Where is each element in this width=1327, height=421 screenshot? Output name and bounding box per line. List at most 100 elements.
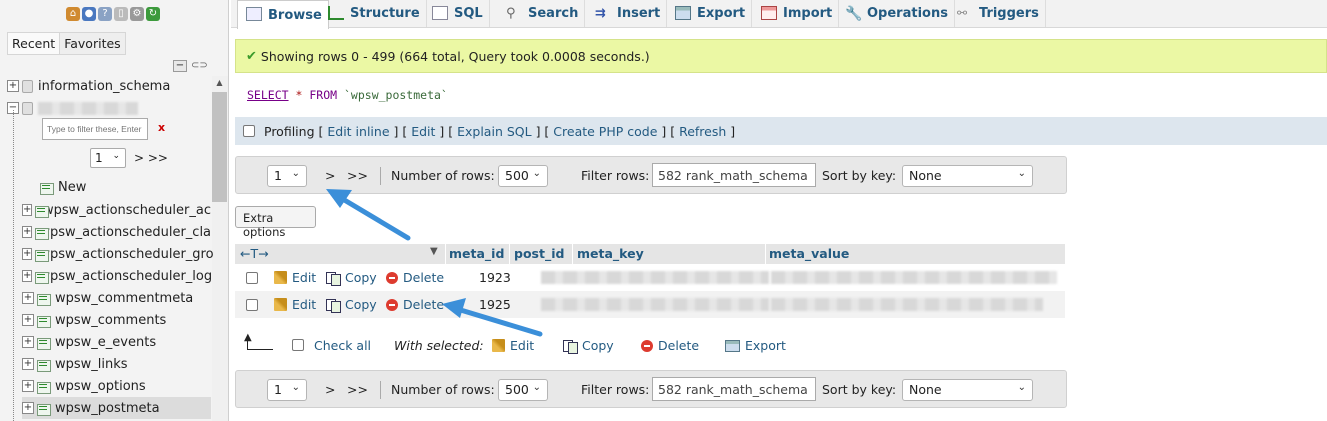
last-page-button[interactable]: >>	[347, 382, 368, 397]
reload-icon[interactable]: ↻	[146, 7, 160, 21]
sidebar-item-table[interactable]: + wpsw_actionscheduler_ac	[22, 199, 211, 221]
settings-icon[interactable]: ⚙	[130, 7, 144, 21]
extra-options-button[interactable]: Extra options	[235, 206, 316, 239]
bulk-export-button[interactable]: Export	[725, 338, 786, 353]
filter-rows-input[interactable]: 582 rank_math_schema	[652, 377, 816, 401]
page-select[interactable]: 1 ⌄	[267, 165, 307, 187]
sort-dropdown-icon[interactable]: ▼	[430, 246, 438, 257]
expand-icon[interactable]: +	[22, 248, 33, 260]
tab-import[interactable]: Import	[753, 0, 840, 27]
last-page-button[interactable]: >>	[347, 168, 368, 183]
sidebar-item-table[interactable]: + wpsw_actionscheduler_gro	[22, 243, 214, 265]
navigation-bar-top: 1 ⌄ > >> Number of rows: 500 ⌄ Filter rows…	[235, 156, 1067, 194]
success-message: ✔ Showing rows 0 - 499 (664 total, Query…	[235, 39, 1327, 73]
sidebar-page-select[interactable]: 1 ⌄	[90, 148, 126, 168]
row-edit-button[interactable]: Edit	[274, 270, 316, 285]
profiling-checkbox[interactable]	[243, 125, 255, 137]
table-icon	[37, 314, 51, 328]
refresh-link[interactable]: Refresh	[679, 124, 726, 139]
sql-keyword-select[interactable]: SELECT	[247, 88, 289, 102]
cell-meta-id[interactable]: 1925	[479, 297, 511, 312]
row-copy-button[interactable]: Copy	[326, 270, 377, 286]
row-delete-button[interactable]: Delete	[386, 270, 444, 285]
column-post-id[interactable]: post_id	[514, 246, 564, 261]
page-select[interactable]: 1 ⌄	[267, 379, 307, 401]
tab-favorites[interactable]: Favorites	[59, 32, 126, 55]
row-edit-button[interactable]: Edit	[274, 297, 316, 312]
row-copy-button[interactable]: Copy	[326, 297, 377, 313]
sidebar-item-table[interactable]: + wpsw_comments	[22, 309, 211, 331]
tab-sql[interactable]: SQL	[424, 0, 490, 27]
tab-operations[interactable]: 🔧 Operations	[837, 0, 955, 27]
column-meta-id[interactable]: meta_id	[449, 246, 504, 261]
next-page-button[interactable]: >	[325, 382, 335, 397]
expand-icon[interactable]: +	[22, 204, 33, 216]
expand-icon[interactable]: +	[22, 358, 34, 370]
sql-query-box[interactable]: SELECT * FROM `wpsw_postmeta`	[235, 74, 1327, 116]
edit-inline-link[interactable]: Edit inline	[327, 124, 389, 139]
sidebar-item-table[interactable]: + wpsw_actionscheduler_log	[22, 265, 212, 287]
expand-icon[interactable]: +	[22, 226, 33, 238]
rows-select[interactable]: 500 ⌄	[498, 165, 548, 187]
sort-by-key-select[interactable]: None ⌄	[902, 379, 1033, 401]
sidebar-item-table[interactable]: + wpsw_e_events	[22, 331, 211, 353]
expand-icon[interactable]: +	[22, 336, 34, 348]
scroll-up-icon[interactable]: ▲	[212, 78, 227, 87]
db-item-information-schema[interactable]: + information_schema	[0, 75, 211, 97]
row-checkbox[interactable]	[246, 272, 258, 284]
sidebar-item-table[interactable]: + wpsw_actionscheduler_cla	[22, 221, 211, 243]
tab-browse[interactable]: Browse	[237, 0, 329, 29]
sidebar-next-page[interactable]: > >>	[134, 151, 168, 165]
link-with-main-icon[interactable]: ⊂⊃	[191, 60, 208, 71]
collapse-all-button[interactable]: −	[173, 60, 187, 72]
tab-structure[interactable]: Structure	[320, 0, 427, 27]
tab-insert[interactable]: ⇉ Insert	[587, 0, 668, 27]
sql-docs-icon[interactable]: ▯	[114, 7, 128, 21]
column-meta-key[interactable]: meta_key	[577, 246, 644, 261]
create-php-code-link[interactable]: Create PHP code	[553, 124, 657, 139]
sidebar-item-table[interactable]: + wpsw_options	[22, 375, 211, 397]
sort-by-key-select[interactable]: None ⌄	[902, 165, 1033, 187]
next-page-button[interactable]: >	[325, 168, 335, 183]
tab-search[interactable]: ⚲ Search	[498, 0, 586, 27]
column-meta-value[interactable]: meta_value	[769, 246, 849, 261]
expand-icon[interactable]: +	[22, 380, 34, 392]
expand-icon[interactable]: +	[7, 80, 19, 92]
sidebar-item-table[interactable]: + wpsw_commentmeta	[22, 287, 211, 309]
home-icon[interactable]: ⌂	[66, 7, 80, 21]
expand-icon[interactable]: +	[22, 270, 33, 282]
logout-icon[interactable]: ●	[82, 7, 96, 21]
rows-select[interactable]: 500 ⌄	[498, 379, 548, 401]
bulk-copy-button[interactable]: Copy	[563, 338, 614, 354]
sidebar-item-table[interactable]: + wpsw_links	[22, 353, 211, 375]
edit-link[interactable]: Edit	[411, 124, 435, 139]
table-icon	[37, 292, 51, 306]
docs-icon[interactable]: ?	[98, 7, 112, 21]
sidebar-item-table-selected[interactable]: + wpsw_postmeta	[22, 397, 211, 419]
cell-meta-id[interactable]: 1923	[479, 270, 511, 285]
tree-line	[13, 110, 14, 421]
tab-recent[interactable]: Recent	[7, 32, 61, 55]
check-all-checkbox[interactable]	[292, 339, 304, 351]
check-all-label[interactable]: Check all	[314, 338, 371, 353]
bulk-delete-button[interactable]: Delete	[641, 338, 699, 353]
db-item-current[interactable]: −	[0, 97, 211, 119]
bulk-edit-button[interactable]: Edit	[492, 338, 534, 353]
filter-rows-input[interactable]: 582 rank_math_schema	[652, 163, 816, 187]
row-checkbox[interactable]	[246, 299, 258, 311]
expand-icon[interactable]: +	[22, 314, 34, 326]
tab-triggers[interactable]: ⚯ Triggers	[949, 0, 1046, 27]
expand-icon[interactable]: +	[22, 292, 34, 304]
row-delete-button[interactable]: Delete	[386, 297, 444, 312]
explain-sql-link[interactable]: Explain SQL	[457, 124, 531, 139]
sidebar-item-new[interactable]: New	[22, 176, 211, 198]
column-resize-arrows[interactable]: ←T→	[240, 246, 269, 261]
tab-export[interactable]: Export	[667, 0, 753, 27]
divider	[765, 244, 766, 264]
expand-icon[interactable]: +	[22, 402, 34, 414]
message-text: Showing rows 0 - 499 (664 total, Query t…	[260, 48, 650, 64]
clear-filter-button[interactable]: x	[158, 121, 165, 134]
tab-label: Triggers	[979, 6, 1039, 21]
table-filter-input[interactable]	[42, 118, 148, 140]
sidebar-scroll-thumb[interactable]	[212, 92, 227, 202]
